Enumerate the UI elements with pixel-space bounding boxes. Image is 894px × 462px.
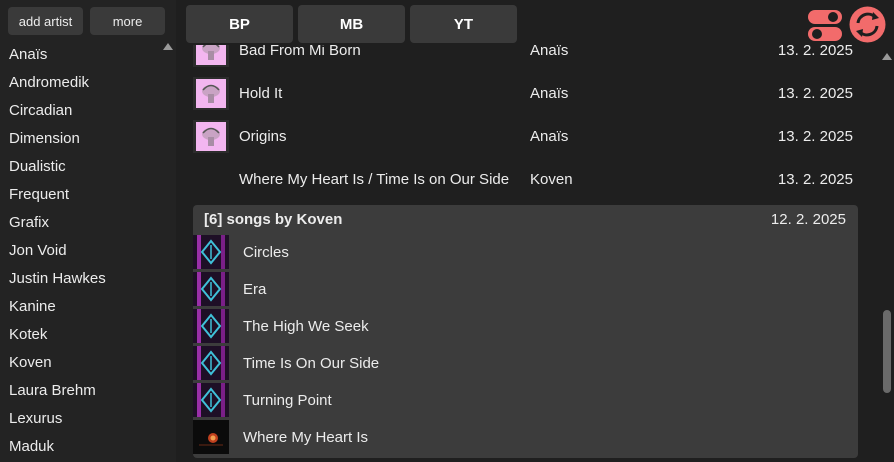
album-art-thumbnail [193,383,229,417]
group-song-title: Circles [243,244,289,261]
artist-item[interactable]: Kanine [0,293,176,321]
song-date: 13. 2. 2025 [777,171,853,188]
song-row[interactable]: Bad From Mi Born Anaïs 13. 2. 2025 [193,45,853,72]
artist-item[interactable]: Dualistic [0,153,176,181]
song-title: Hold It [239,85,283,102]
album-art-thumbnail [193,420,229,454]
group-song-row[interactable]: Circles [193,234,858,271]
album-art-thumbnail [193,77,229,110]
song-row[interactable]: Hold It Anaïs 13. 2. 2025 [193,72,853,115]
group-date: 12. 2. 2025 [770,211,846,228]
add-artist-button[interactable]: add artist [8,7,83,35]
group-title: [6] songs by Koven [204,211,343,228]
song-title: Where My Heart Is / Time Is on Our Side [239,171,510,188]
song-title: Bad From Mi Born [239,45,361,59]
song-title: Origins [239,128,287,145]
main-scrollbar-thumb[interactable] [883,310,891,393]
main-scroll-up-arrow-icon[interactable] [882,53,892,60]
song-row[interactable]: Origins Anaïs 13. 2. 2025 [193,115,853,158]
artist-item[interactable]: Grafix [0,209,176,237]
sync-icon[interactable] [849,6,886,43]
song-date: 13. 2. 2025 [777,85,853,102]
yt-button[interactable]: YT [410,5,517,43]
group-song-row[interactable]: Where My Heart Is [193,419,858,456]
artist-item[interactable]: Justin Hawkes [0,265,176,293]
song-group-card[interactable]: [6] songs by Koven 12. 2. 2025 Circles E… [193,205,858,458]
album-art-thumbnail [193,120,229,153]
group-song-title: Era [243,281,267,298]
album-art-thumbnail [193,346,229,380]
group-song-title: The High We Seek [243,318,369,335]
toggle-icon[interactable] [808,9,842,42]
group-song-row[interactable]: Time Is On Our Side [193,345,858,382]
group-song-row[interactable]: The High We Seek [193,308,858,345]
album-art-thumbnail [193,235,229,269]
artist-item[interactable]: Kotek [0,321,176,349]
album-art-thumbnail [193,272,229,306]
artist-item[interactable]: Anaïs [0,41,176,69]
artist-item[interactable]: Jon Void [0,237,176,265]
group-song-title: Time Is On Our Side [243,355,380,372]
song-date: 13. 2. 2025 [777,128,853,145]
artist-item[interactable]: Frequent [0,181,176,209]
artist-item[interactable]: Maduk [0,433,176,461]
song-row[interactable]: Where My Heart Is / Time Is on Our Side … [193,158,853,201]
artist-item[interactable]: Dimension [0,125,176,153]
artist-list: Anaïs Andromedik Circadian Dimension Dua… [0,41,176,461]
artist-sidebar: add artist more Anaïs Andromedik Circadi… [0,0,176,462]
artist-item[interactable]: Koven [0,349,176,377]
album-art-thumbnail [193,309,229,343]
mb-button[interactable]: MB [298,5,405,43]
album-art-thumbnail [193,45,229,67]
group-song-row[interactable]: Era [193,271,858,308]
more-button[interactable]: more [90,7,165,35]
song-artist[interactable]: Koven [530,158,573,201]
group-song-title: Where My Heart Is [243,429,369,446]
artist-item[interactable]: Andromedik [0,69,176,97]
song-artist[interactable]: Anaïs [530,72,568,115]
artist-item[interactable]: Lexurus [0,405,176,433]
group-song-row[interactable]: Turning Point [193,382,858,419]
group-song-title: Turning Point [243,392,332,409]
artist-item[interactable]: Laura Brehm [0,377,176,405]
song-artist[interactable]: Anaïs [530,115,568,158]
artist-item[interactable]: Circadian [0,97,176,125]
song-list: Bad From Mi Born Anaïs 13. 2. 2025 Hold … [186,45,880,462]
song-date: 13. 2. 2025 [777,45,853,59]
bp-button[interactable]: BP [186,5,293,43]
song-artist[interactable]: Anaïs [530,45,568,72]
